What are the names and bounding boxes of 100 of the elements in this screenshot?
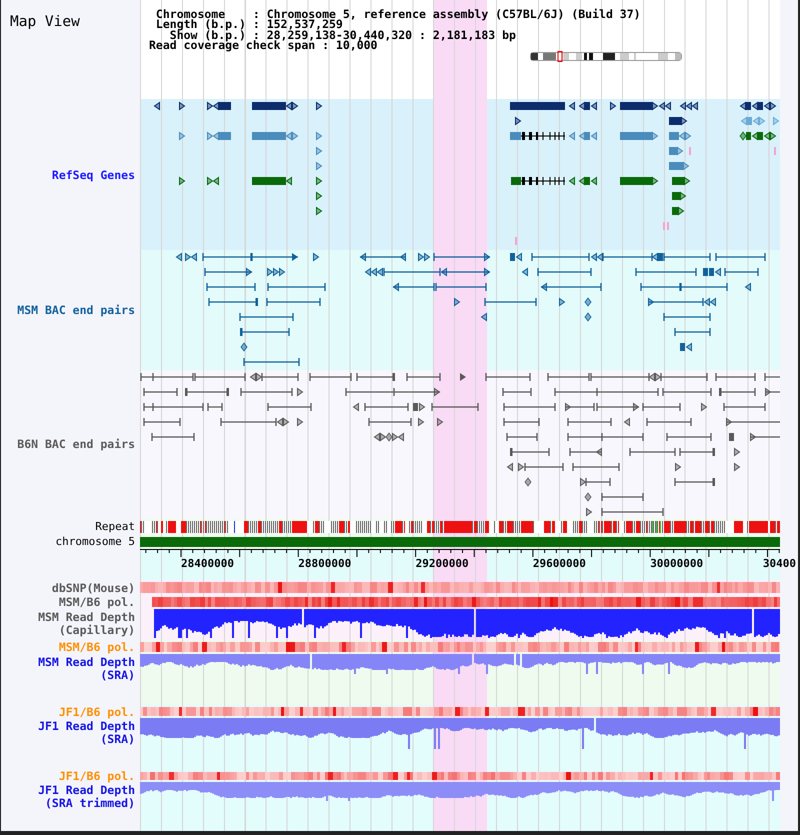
bac-end-marker: [704, 298, 716, 306]
info-line: Show (b.p.) : 28,259,138-30,440,320 : 2,181,183 bp: [170, 30, 516, 40]
bac-end-marker: [744, 282, 751, 292]
track-label: B6N BAC end pairs: [17, 438, 135, 450]
gene-feature: [610, 102, 616, 110]
bac-end-pair: [726, 418, 780, 426]
bac-end-pair: [151, 433, 195, 441]
bac-end-pair: [601, 508, 664, 516]
bac-end-marker: [624, 418, 630, 426]
bac-end-marker: [176, 252, 182, 262]
bac-end-marker: [701, 402, 708, 412]
axis-label: 28800000: [298, 557, 352, 570]
position-marker: [558, 51, 562, 62]
bac-end-marker: [586, 508, 592, 516]
bac-end-pair: [261, 373, 299, 381]
track-label: MSM Read Depth (SRA): [37, 656, 135, 681]
bac-end-marker: [364, 268, 383, 276]
bac-end-marker: [522, 268, 528, 276]
bac-end-pair: [719, 388, 756, 396]
bac-end-marker: [559, 298, 566, 306]
track-label: MSM/B6 pol.: [58, 596, 135, 608]
bac-end-pair: [567, 418, 612, 426]
bac-end-pair: [510, 448, 550, 456]
bac-end-marker: [510, 252, 522, 262]
bac-end-marker: [729, 433, 734, 441]
map-view-title: Map View: [10, 14, 80, 30]
bac-end-pair: [440, 268, 490, 276]
gene-feature: [510, 132, 566, 140]
bac-end-marker: [297, 388, 304, 396]
bac-end-marker: [276, 418, 290, 426]
gene-feature: [669, 132, 692, 140]
chromosome-band: [531, 53, 538, 60]
gene-feature: [620, 132, 658, 140]
bac-end-pair: [503, 418, 540, 426]
gene-feature: [740, 116, 766, 126]
gene-feature: [680, 102, 698, 110]
gene-feature: [568, 102, 575, 110]
bac-end-marker: [734, 462, 740, 472]
bac-end-marker: [590, 252, 603, 262]
bac-end-pair: [540, 282, 602, 292]
bac-end-marker: [524, 477, 532, 487]
bac-end-pair: [569, 448, 602, 456]
gene-feature: [207, 102, 231, 110]
gene-feature: [740, 102, 776, 110]
bac-end-pair: [431, 403, 479, 411]
gene-feature: [154, 102, 160, 110]
bac-end-pair: [765, 388, 780, 396]
bac-end-pair: [663, 253, 711, 261]
bac-end-pair: [629, 448, 676, 456]
bac-end-marker: [413, 402, 426, 412]
bac-end-pair: [750, 432, 780, 442]
bac-end-pair: [506, 433, 538, 441]
bac-end-pair: [674, 478, 715, 486]
gene-feature: [515, 116, 522, 126]
bac-end-pair: [663, 313, 711, 321]
gene-feature: [207, 176, 219, 186]
bac-end-marker: [480, 312, 487, 322]
bac-end-marker: [652, 252, 663, 262]
bac-end-marker: [267, 268, 286, 276]
bac-end-pair: [635, 268, 697, 276]
bac-end-pair: [207, 403, 223, 411]
bac-end-marker: [418, 252, 430, 262]
gene-feature: [207, 132, 231, 140]
chromosome-band: [603, 53, 615, 60]
bac-end-pair: [648, 298, 704, 306]
bac-end-pair: [243, 358, 300, 366]
track-label: JF1 Read Depth (SRA): [37, 720, 135, 745]
gene-feature: [663, 222, 669, 230]
gene-feature: [669, 146, 684, 156]
track-label: chromosome 5: [56, 536, 135, 548]
bac-end-pair: [143, 418, 181, 426]
bac-end-marker: [580, 478, 586, 486]
bac-end-pair: [585, 478, 611, 486]
bac-end-pair: [660, 373, 708, 381]
gene-feature: [578, 132, 597, 140]
axis-label: 30400: [762, 557, 796, 570]
track-label: MSM BAC end pairs: [17, 304, 135, 316]
bac-end-pair: [364, 403, 409, 411]
bac-end-pair: [531, 253, 590, 261]
bac-end-marker: [584, 312, 592, 322]
bac-end-pair: [484, 298, 537, 306]
gene-feature: [669, 116, 688, 126]
bac-end-pair: [723, 403, 766, 411]
gene-feature: [510, 102, 565, 110]
gene-feature: [179, 176, 186, 186]
track-label: MSM Read Depth (Capillary): [37, 611, 135, 636]
bac-end-marker: [648, 372, 662, 382]
bac-end-pair: [602, 253, 653, 261]
bac-end-pair: [185, 388, 229, 396]
bac-end-marker: [675, 462, 682, 472]
bac-end-pair: [674, 328, 711, 336]
bac-end-marker: [418, 418, 424, 426]
bac-end-pair: [240, 328, 290, 336]
bac-end-pair: [240, 388, 293, 396]
axis-label: 29600000: [532, 557, 586, 570]
gene-feature: [179, 132, 186, 140]
bac-end-pair: [356, 373, 395, 381]
gene-feature: [568, 132, 575, 140]
axis-label: 29200000: [416, 557, 469, 570]
bac-end-pair: [239, 313, 294, 321]
